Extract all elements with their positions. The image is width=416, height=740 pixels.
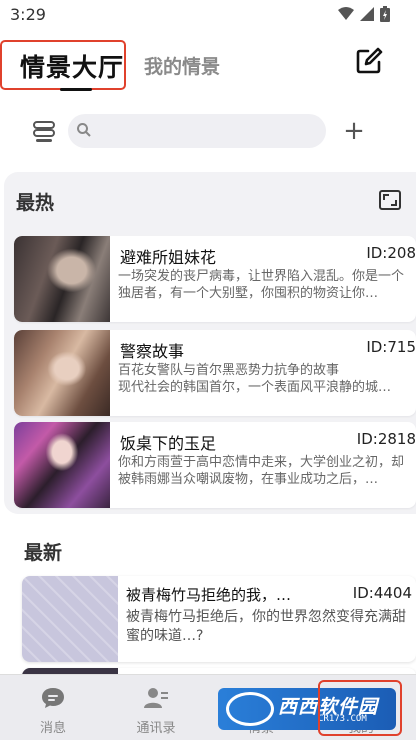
hot-card[interactable]: 饭桌下的玉足 ID:2818 你和方雨萱于高中恋情中走来，大学创业之初，却被韩雨… [14,422,416,508]
tab-my-scenes[interactable]: 我的情景 [144,52,220,79]
card-id: ID:2818 [356,430,416,448]
nav-messages[interactable]: 消息 [18,687,88,736]
status-time: 3:29 [10,5,46,24]
add-icon[interactable]: + [342,118,366,146]
hot-card[interactable]: 避难所姐妹花 ID:208 一场突发的丧尸病毒，让世界陷入混乱。你是一个独居者，… [14,236,416,322]
search-bar[interactable] [68,114,326,148]
search-icon [77,123,91,137]
newest-card[interactable]: 被青梅竹马拒绝的我，… ID:4404 被青梅竹马拒绝后，你的世界忽然变得充满甜… [22,576,416,662]
card-thumbnail [22,576,118,662]
card-thumbnail [14,236,110,322]
battery-icon [380,6,390,22]
tab-underline [60,88,92,91]
edit-icon[interactable] [354,46,384,76]
highlight-box [318,680,402,736]
card-title: 被青梅竹马拒绝的我，… [126,586,292,604]
card-description: 你和方雨萱于高中恋情中走来，大学创业之初，却被韩雨娜当众嘲讽废物，在事业成功之后… [118,455,405,487]
card-description: 一场突发的丧尸病毒，让世界陷入混乱。你是一个独居者，有一个大别墅，你囤积的物资让… [118,269,405,301]
watermark-logo-icon [226,692,274,726]
card-title: 避难所姐妹花 [120,248,217,267]
card-description: 百花女警队与首尔黑恶势力抗争的故事 现代社会的韩国首尔，一个表面风平浪静的城… [118,363,392,395]
message-icon [42,688,64,708]
signal-icon [360,7,374,21]
card-title: 警察故事 [120,342,185,361]
header: 情景大厅 我的情景 [0,32,416,92]
wifi-icon [338,7,354,20]
hot-card[interactable]: 警察故事 ID:715 百花女警队与首尔黑恶势力抗争的故事 现代社会的韩国首尔，… [14,330,416,416]
contacts-icon [144,688,168,708]
card-id: ID:715 [366,338,416,356]
nav-contacts[interactable]: 通讯录 [121,687,191,736]
nav-contacts-label: 通讯录 [136,721,176,736]
tab-scene-hall-label: 情景大厅 [20,53,125,82]
card-description: 被青梅竹马拒绝后，你的世界忽然变得充满甜蜜的味道…? [126,609,406,644]
search-row: + [0,112,416,152]
expand-icon[interactable] [378,188,402,212]
card-id: ID:4404 [352,584,412,602]
hot-section-title: 最热 [16,192,55,214]
filter-icon[interactable] [30,118,58,146]
nav-messages-label: 消息 [39,721,66,736]
hot-section: 最热 避难所姐妹花 ID:208 一场突发的丧尸病毒，让世界陷入混乱。你是一个独… [4,172,416,514]
search-input[interactable] [96,119,316,143]
card-title: 饭桌下的玉足 [120,434,217,453]
tab-scene-hall[interactable]: 情景大厅 [0,40,126,91]
newest-section-title: 最新 [24,542,63,564]
card-id: ID:208 [366,244,416,262]
status-bar: 3:29 [0,0,416,30]
card-thumbnail [14,330,110,416]
card-thumbnail [14,422,110,508]
